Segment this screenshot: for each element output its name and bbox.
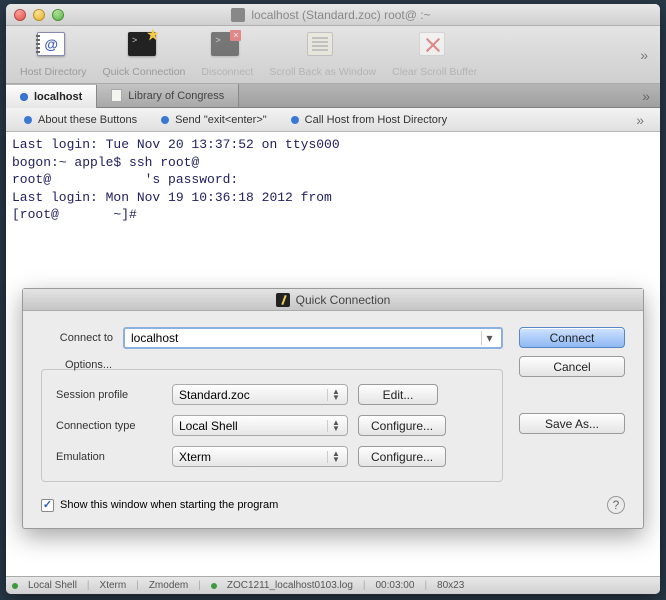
clear-scroll-button[interactable]: Clear Scroll Buffer [386, 30, 483, 80]
disconnect-label: Disconnect [201, 66, 253, 78]
titlebar: localhost (Standard.zoc) root@ :~ [6, 4, 660, 26]
clear-icon [419, 32, 445, 56]
select-stepper-icon: ▲▼ [327, 420, 341, 432]
bullet-icon [161, 116, 169, 124]
connect-button[interactable]: Connect [519, 327, 625, 348]
dropdown-arrow-icon[interactable]: ▾ [481, 331, 497, 345]
host-directory-label: Host Directory [20, 66, 87, 78]
configure-emulation-button[interactable]: Configure... [358, 446, 446, 467]
emulation-select[interactable]: Xterm ▲▼ [172, 446, 348, 467]
clear-scroll-label: Clear Scroll Buffer [392, 66, 477, 78]
connection-type-value: Local Shell [179, 419, 238, 433]
status-conn-type: Local Shell [28, 580, 77, 591]
terminal-disconnect-icon: × [211, 32, 239, 56]
select-stepper-icon: ▲▼ [327, 451, 341, 463]
window-title: localhost (Standard.zoc) root@ :~ [10, 8, 652, 22]
toolbar: Host Directory Quick Connection × Discon… [6, 26, 660, 84]
cancel-button[interactable]: Cancel [519, 356, 625, 377]
tab-label: localhost [34, 91, 82, 103]
address-book-icon [37, 32, 65, 56]
document-icon [111, 89, 122, 102]
session-profile-value: Standard.zoc [179, 388, 250, 402]
call-host-button[interactable]: Call Host from Host Directory [279, 114, 459, 126]
quick-connection-dialog: Quick Connection Connect to localhost ▾ … [22, 288, 644, 529]
emulation-label: Emulation [56, 451, 162, 463]
tab-localhost[interactable]: localhost [6, 85, 97, 108]
connect-to-input[interactable]: localhost ▾ [123, 327, 503, 349]
save-as-button[interactable]: Save As... [519, 413, 625, 434]
quick-connection-label: Quick Connection [103, 66, 186, 78]
buttonbar: About these Buttons Send "exit<enter>" C… [6, 108, 660, 132]
session-profile-label: Session profile [56, 389, 162, 401]
bullet-icon [291, 116, 299, 124]
buttonbar-overflow-icon[interactable]: » [626, 112, 654, 128]
disconnect-button[interactable]: × Disconnect [195, 30, 259, 80]
status-emulation: Xterm [100, 580, 127, 591]
statusbar: Local Shell | Xterm | Zmodem | ZOC1211_l… [6, 576, 660, 594]
session-profile-select[interactable]: Standard.zoc ▲▼ [172, 384, 348, 405]
about-buttons-label: About these Buttons [38, 114, 137, 126]
show-on-start-checkbox[interactable]: ✓ [41, 499, 54, 512]
quick-connection-button[interactable]: Quick Connection [97, 30, 192, 80]
configure-connection-button[interactable]: Configure... [358, 415, 446, 436]
terminal-quick-icon [128, 32, 156, 56]
bullet-icon [24, 116, 32, 124]
emulation-value: Xterm [179, 450, 211, 464]
scroll-icon [307, 32, 333, 56]
status-logfile: ZOC1211_localhost0103.log [227, 580, 353, 591]
quick-connection-icon [276, 293, 290, 307]
scroll-back-button[interactable]: Scroll Back as Window [263, 30, 382, 80]
dialog-title-text: Quick Connection [296, 293, 391, 307]
connection-type-label: Connection type [56, 420, 162, 432]
status-dot-icon [211, 583, 217, 589]
connect-to-value: localhost [131, 331, 178, 345]
show-on-start-label: Show this window when starting the progr… [60, 499, 278, 511]
connect-to-label: Connect to [41, 332, 113, 344]
tabbar: localhost Library of Congress » [6, 84, 660, 108]
status-time: 00:03:00 [376, 580, 415, 591]
connection-type-select[interactable]: Local Shell ▲▼ [172, 415, 348, 436]
scroll-back-label: Scroll Back as Window [269, 66, 376, 78]
help-icon[interactable]: ? [607, 496, 625, 514]
about-buttons-button[interactable]: About these Buttons [12, 114, 149, 126]
tabbar-overflow-icon[interactable]: » [632, 84, 660, 107]
options-fieldset: Session profile Standard.zoc ▲▼ Edit... … [41, 369, 503, 482]
dialog-titlebar: Quick Connection [23, 289, 643, 311]
tab-label: Library of Congress [128, 90, 224, 102]
status-dot-icon [12, 583, 18, 589]
toolbar-overflow-icon[interactable]: » [636, 47, 652, 63]
tab-library-of-congress[interactable]: Library of Congress [97, 84, 239, 107]
send-exit-button[interactable]: Send "exit<enter>" [149, 114, 279, 126]
status-transfer: Zmodem [149, 580, 188, 591]
host-directory-button[interactable]: Host Directory [14, 30, 93, 80]
select-stepper-icon: ▲▼ [327, 389, 341, 401]
send-exit-label: Send "exit<enter>" [175, 114, 267, 126]
app-icon [231, 8, 245, 22]
status-size: 80x23 [437, 580, 464, 591]
edit-button[interactable]: Edit... [358, 384, 438, 405]
window-title-text: localhost (Standard.zoc) root@ :~ [251, 8, 430, 22]
call-host-label: Call Host from Host Directory [305, 114, 447, 126]
connection-status-icon [20, 93, 28, 101]
